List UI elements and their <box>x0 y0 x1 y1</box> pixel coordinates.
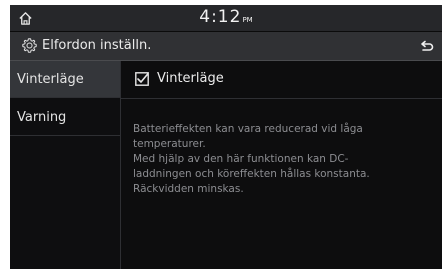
clock: 4:12PM <box>10 7 442 27</box>
page-title: Elfordon inställn. <box>42 38 152 53</box>
description-line: Räckvidden minskas. <box>133 183 244 195</box>
clock-time: 4:12 <box>199 7 242 27</box>
infotainment-screen: 4:12PM Elfordon inställn. Vinterläge Var… <box>10 5 442 269</box>
description-line: Med hjälp av den här funktionen kan DC- <box>133 153 349 165</box>
back-button[interactable] <box>416 35 438 57</box>
status-bar: 4:12PM <box>10 5 442 32</box>
sidebar-item-vinterlage[interactable]: Vinterläge <box>10 61 120 98</box>
checkbox-checked-icon[interactable] <box>135 72 149 86</box>
sidebar: Vinterläge Varning <box>10 61 121 269</box>
description-text: Batterieffekten kan vara reducerad vid l… <box>133 122 438 197</box>
vinterlage-toggle-row[interactable]: Vinterläge <box>121 61 442 99</box>
sidebar-item-varning[interactable]: Varning <box>10 99 120 136</box>
description-line: laddningen och köreffekten hållas konsta… <box>133 168 370 180</box>
title-bar: Elfordon inställn. <box>10 32 442 61</box>
description-line: temperaturer. <box>133 138 206 150</box>
back-arrow-icon <box>421 40 434 51</box>
gear-icon <box>21 37 38 54</box>
clock-ampm: PM <box>242 16 253 24</box>
checkbox-label: Vinterläge <box>157 71 224 86</box>
content-panel: Vinterläge Batterieffekten kan vara redu… <box>121 61 442 269</box>
description-line: Batterieffekten kan vara reducerad vid l… <box>133 123 363 135</box>
